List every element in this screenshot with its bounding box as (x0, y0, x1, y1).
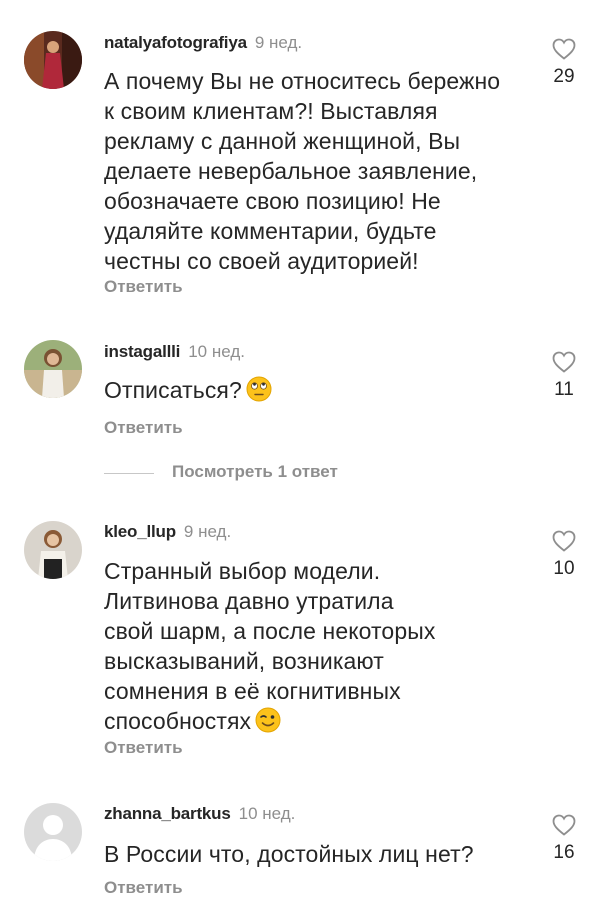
winking-face-icon (255, 707, 281, 740)
like-count: 11 (554, 379, 574, 400)
username[interactable]: natalyafotografiya (104, 33, 247, 52)
heart-icon[interactable] (552, 530, 576, 552)
comment-item: zhanna_bartkus 10 нед. В России что, дост… (0, 782, 609, 901)
comment-item: instagallli 10 нед. Отписаться? Ответить … (0, 320, 609, 450)
timestamp: 9 нед. (183, 522, 232, 541)
comment-item: kleo_llup 9 нед. Странный выбор модели. Л… (0, 500, 609, 780)
timestamp: 9 нед. (254, 33, 303, 52)
comment-text: А почему Вы не относитесь бережно к свои… (104, 68, 501, 274)
reply-button[interactable]: Ответить (104, 738, 183, 758)
comment-item: natalyafotografiya 9 нед. А почему Вы не … (0, 0, 609, 310)
avatar[interactable] (24, 803, 82, 861)
heart-icon[interactable] (552, 351, 576, 373)
view-replies-label[interactable]: Посмотреть 1 ответ (172, 462, 338, 482)
username[interactable]: instagallli (104, 342, 180, 361)
like-count: 16 (553, 842, 575, 863)
face-with-rolling-eyes-icon (246, 376, 272, 409)
like-count: 10 (553, 558, 575, 579)
comment-text: Отписаться? (104, 375, 534, 409)
avatar[interactable] (24, 521, 82, 579)
avatar[interactable] (24, 31, 82, 89)
timestamp: 10 нед. (238, 804, 296, 823)
timestamp: 10 нед. (188, 342, 245, 361)
like-count: 29 (553, 66, 575, 87)
avatar[interactable] (24, 340, 82, 398)
reply-button[interactable]: Ответить (104, 277, 183, 297)
username[interactable]: zhanna_bartkus (104, 804, 231, 823)
comment-text: Странный выбор модели. Литвинова давно у… (104, 556, 534, 740)
divider (104, 473, 154, 474)
reply-button[interactable]: Ответить (104, 878, 183, 898)
heart-icon[interactable] (552, 814, 576, 836)
username[interactable]: kleo_llup (104, 522, 176, 541)
comment-text: В России что, достойных лиц нет? (104, 841, 474, 867)
heart-icon[interactable] (552, 38, 576, 60)
reply-button[interactable]: Ответить (104, 418, 183, 438)
